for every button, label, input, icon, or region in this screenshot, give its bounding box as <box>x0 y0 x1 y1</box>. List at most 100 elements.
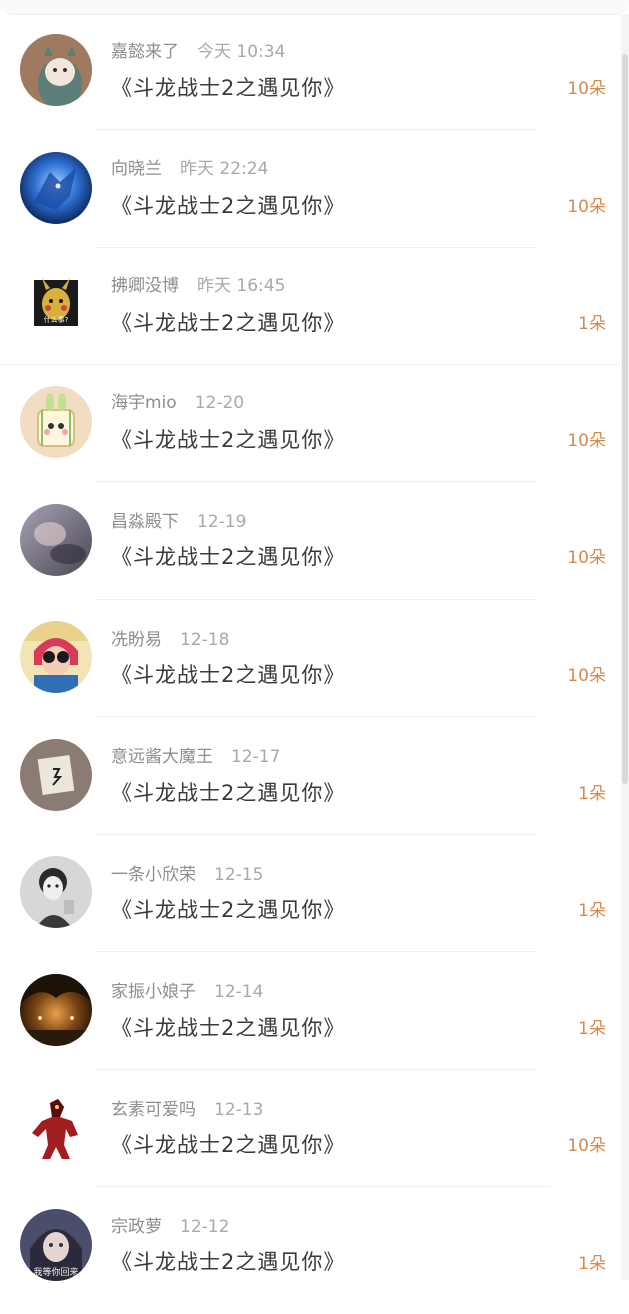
sender-name[interactable]: 嘉懿来了 <box>111 42 179 62</box>
sent-time: 12-17 <box>231 747 281 767</box>
sent-time: 12-15 <box>214 865 264 885</box>
sender-name[interactable]: 家振小娘子 <box>111 982 196 1002</box>
list-item[interactable]: 海宇mio 12-20 《斗龙战士2之遇见你》 10朵 <box>0 375 620 492</box>
pikachu-meme-avatar[interactable]: 什么事? <box>20 268 92 340</box>
sent-time: 昨天 16:45 <box>197 276 286 296</box>
list-item[interactable]: 一条小欣荣 12-15 《斗龙战士2之遇见你》 1朵 <box>0 845 620 962</box>
gift-count: 10朵 <box>567 431 606 451</box>
row-divider <box>96 1186 551 1187</box>
cartoon-bunny-avatar[interactable] <box>20 386 92 458</box>
sent-time: 今天 10:34 <box>197 42 286 62</box>
list-item[interactable]: 意远酱大魔王 12-17 《斗龙战士2之遇见你》 1朵 <box>0 727 620 844</box>
sender-name[interactable]: 玄素可爱吗 <box>111 1100 196 1120</box>
blurry-photo-avatar-image <box>20 504 92 576</box>
list-item[interactable]: 昌淼殿下 12-19 《斗龙战士2之遇见你》 10朵 <box>0 492 620 609</box>
sender-meta: 宗政萝 12-12 <box>111 1215 229 1239</box>
night-street-avatar[interactable] <box>20 974 92 1046</box>
anime-girl-avatar[interactable]: 我等你回来 <box>20 1209 92 1281</box>
work-title[interactable]: 《斗龙战士2之遇见你》 <box>111 777 345 809</box>
row-divider <box>96 247 536 248</box>
work-title[interactable]: 《斗龙战士2之遇见你》 <box>111 1129 345 1161</box>
sent-time: 昨天 22:24 <box>180 159 269 179</box>
girl-sunglasses-avatar[interactable] <box>20 621 92 693</box>
sender-name[interactable]: 宗政萝 <box>111 1217 162 1237</box>
blue-wolf-avatar[interactable] <box>20 152 92 224</box>
row-divider <box>0 364 620 365</box>
scrollbar-track[interactable] <box>621 14 629 1280</box>
cartoon-hooded-avatar-image <box>20 34 92 106</box>
work-title[interactable]: 《斗龙战士2之遇见你》 <box>111 424 345 456</box>
blurry-photo-avatar[interactable] <box>20 504 92 576</box>
gift-count: 10朵 <box>567 79 606 99</box>
work-title[interactable]: 《斗龙战士2之遇见你》 <box>111 1012 345 1044</box>
row-divider <box>96 1069 536 1070</box>
sender-meta: 拂卿没博 昨天 16:45 <box>111 274 285 298</box>
bw-girl-avatar-image <box>20 856 92 928</box>
work-title[interactable]: 《斗龙战士2之遇见你》 <box>111 894 345 926</box>
work-title[interactable]: 《斗龙战士2之遇见你》 <box>111 541 345 573</box>
list-item[interactable]: 什么事? 拂卿没博 昨天 16:45 《斗龙战士2之遇见你》 1朵 <box>0 258 620 375</box>
gift-count: 1朵 <box>578 784 606 804</box>
gift-count: 1朵 <box>578 901 606 921</box>
sender-name[interactable]: 拂卿没博 <box>111 276 179 296</box>
red-robot-avatar-image <box>32 1099 78 1159</box>
sender-name[interactable]: 一条小欣荣 <box>111 865 196 885</box>
sender-name[interactable]: 冼盼易 <box>111 630 162 650</box>
note-paper-avatar-image <box>20 739 92 811</box>
sent-time: 12-20 <box>194 393 245 413</box>
sender-name[interactable]: 意远酱大魔王 <box>111 747 213 767</box>
row-divider <box>96 834 536 835</box>
scrollbar-thumb[interactable] <box>622 54 628 784</box>
pikachu-meme-avatar-image: 什么事? <box>34 278 78 326</box>
row-divider <box>96 599 536 600</box>
sender-meta: 家振小娘子 12-14 <box>111 980 263 1004</box>
work-title[interactable]: 《斗龙战士2之遇见你》 <box>111 659 345 691</box>
sent-time: 12-19 <box>197 512 247 532</box>
sender-meta: 嘉懿来了 今天 10:34 <box>111 40 285 64</box>
avatar-caption: 什么事? <box>44 315 69 324</box>
gift-count: 1朵 <box>578 1254 606 1274</box>
anime-girl-avatar-image: 我等你回来 <box>20 1209 92 1281</box>
row-divider <box>96 716 536 717</box>
sender-meta: 一条小欣荣 12-15 <box>111 863 263 887</box>
list-item[interactable]: 向晓兰 昨天 22:24 《斗龙战士2之遇见你》 10朵 <box>0 141 620 258</box>
sender-meta: 意远酱大魔王 12-17 <box>111 745 280 769</box>
list-item[interactable]: 玄素可爱吗 12-13 《斗龙战士2之遇见你》 10朵 <box>0 1080 620 1197</box>
gift-count: 1朵 <box>578 314 606 334</box>
sender-meta: 向晓兰 昨天 22:24 <box>111 157 268 181</box>
red-robot-avatar[interactable] <box>20 1091 92 1163</box>
work-title[interactable]: 《斗龙战士2之遇见你》 <box>111 190 345 222</box>
cartoon-bunny-avatar-image <box>20 386 92 458</box>
sender-meta: 海宇mio 12-20 <box>111 391 244 415</box>
night-street-avatar-image <box>20 974 92 1046</box>
avatar-caption: 我等你回来 <box>33 1266 78 1278</box>
sent-time: 12-18 <box>180 630 230 650</box>
list-item[interactable]: 冼盼易 12-18 《斗龙战士2之遇见你》 10朵 <box>0 610 620 727</box>
gift-count: 10朵 <box>567 1136 606 1156</box>
list-item[interactable]: 家振小娘子 12-14 《斗龙战士2之遇见你》 1朵 <box>0 962 620 1079</box>
work-title[interactable]: 《斗龙战士2之遇见你》 <box>111 307 345 339</box>
sent-time: 12-14 <box>214 982 264 1002</box>
girl-sunglasses-avatar-image <box>20 621 92 693</box>
top-sheet-edge <box>0 0 629 15</box>
gift-count: 10朵 <box>567 548 606 568</box>
sent-time: 12-13 <box>214 1100 264 1120</box>
sender-meta: 昌淼殿下 12-19 <box>111 510 246 534</box>
blue-wolf-avatar-image <box>20 152 92 224</box>
row-divider <box>96 951 536 952</box>
bw-girl-avatar[interactable] <box>20 856 92 928</box>
sender-name[interactable]: 海宇mio <box>111 393 177 413</box>
note-paper-avatar[interactable] <box>20 739 92 811</box>
cartoon-hooded-avatar[interactable] <box>20 34 92 106</box>
sender-name[interactable]: 昌淼殿下 <box>111 512 179 532</box>
work-title[interactable]: 《斗龙战士2之遇见你》 <box>111 1246 345 1278</box>
gift-count: 1朵 <box>578 1019 606 1039</box>
work-title[interactable]: 《斗龙战士2之遇见你》 <box>111 72 345 104</box>
row-divider <box>96 129 536 130</box>
gift-count: 10朵 <box>567 197 606 217</box>
sender-meta: 冼盼易 12-18 <box>111 628 229 652</box>
list-item[interactable]: 我等你回来 宗政萝 12-12 《斗龙战士2之遇见你》 1朵 <box>0 1197 620 1314</box>
sender-name[interactable]: 向晓兰 <box>111 159 162 179</box>
list-item[interactable]: 嘉懿来了 今天 10:34 《斗龙战士2之遇见你》 10朵 <box>0 24 620 141</box>
gift-count: 10朵 <box>567 666 606 686</box>
